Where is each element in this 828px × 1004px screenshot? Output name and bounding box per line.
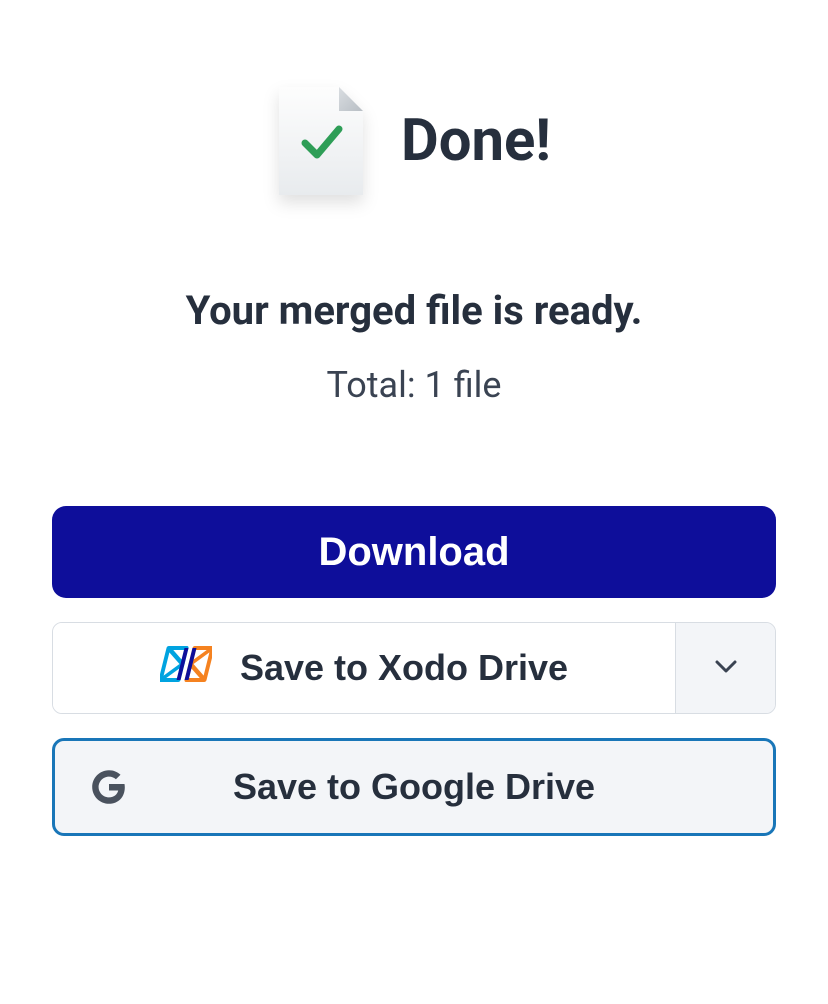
save-google-drive-label: Save to Google Drive	[233, 766, 595, 808]
done-title: Done!	[401, 107, 551, 175]
download-button-label: Download	[318, 530, 509, 575]
total-file-count: Total: 1 file	[327, 364, 502, 406]
save-xodo-dropdown-button[interactable]	[675, 623, 775, 713]
save-xodo-label: Save to Xodo Drive	[240, 647, 568, 689]
xodo-icon	[160, 642, 212, 695]
document-checkmark-icon	[277, 85, 365, 197]
done-header: Done!	[277, 85, 551, 197]
download-button[interactable]: Download	[52, 506, 776, 598]
save-google-drive-button[interactable]: Save to Google Drive	[52, 738, 776, 836]
save-xodo-button[interactable]: Save to Xodo Drive	[53, 623, 675, 713]
chevron-down-icon	[715, 660, 737, 677]
action-buttons: Download Save to Xodo Drive	[52, 506, 776, 836]
ready-message: Your merged file is ready.	[186, 287, 643, 334]
google-icon	[91, 769, 131, 805]
save-xodo-button-group: Save to Xodo Drive	[52, 622, 776, 714]
